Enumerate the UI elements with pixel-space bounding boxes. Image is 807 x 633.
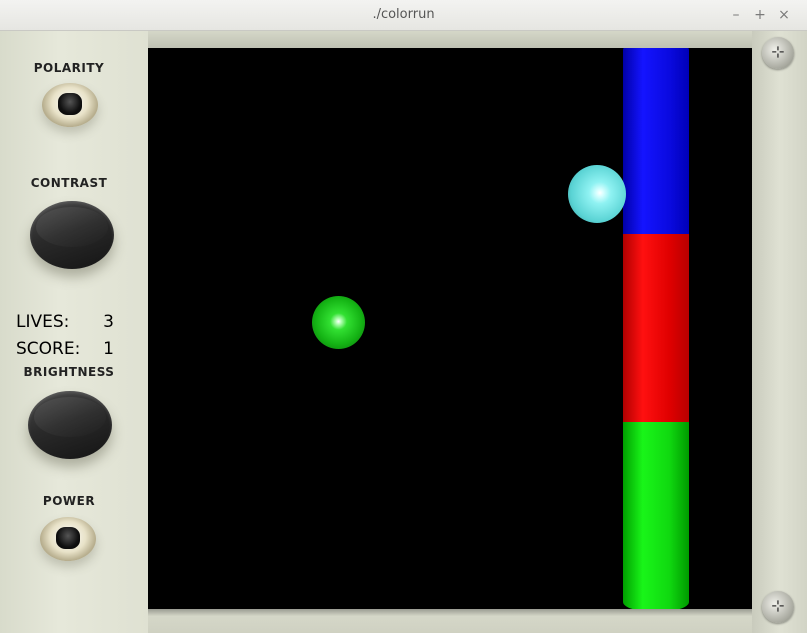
window-title: ./colorrun [372,7,435,22]
green-ball [312,296,365,349]
titlebar: ./colorrun – + × [0,0,807,31]
contrast-knob[interactable] [30,201,114,269]
polarity-switch[interactable] [42,83,98,127]
polarity-label: POLARITY [33,61,105,75]
score-display: SCORE: 1 [16,339,126,361]
pillar-segment-green [623,422,689,609]
screen-bezel-top [148,31,752,49]
app-window: ./colorrun – + × POLARITY CONTRAST LIVES… [0,0,807,633]
brightness-knob[interactable] [28,391,112,459]
cyan-ball [568,165,626,223]
score-label: SCORE: [16,339,81,359]
close-button[interactable]: × [775,6,793,24]
lives-label: LIVES: [16,312,70,332]
lives-value: 3 [103,312,114,332]
maximize-button[interactable]: + [751,6,769,24]
control-panel: POLARITY CONTRAST LIVES: 3 SCORE: 1 BRIG… [0,31,148,633]
minimize-button[interactable]: – [727,6,745,24]
pillar-segment-blue [623,48,689,234]
game-screen[interactable] [148,48,752,609]
contrast-label: CONTRAST [30,176,108,190]
right-panel: ⊹ ⊹ [752,31,807,633]
screw-icon: ⊹ [762,37,794,69]
brightness-label: BRIGHTNESS [23,365,115,379]
power-label: POWER [42,494,96,508]
pillar-segment-red [623,234,689,422]
screw-icon: ⊹ [762,591,794,623]
power-switch[interactable] [40,517,96,561]
score-value: 1 [103,339,114,359]
lives-display: LIVES: 3 [16,312,126,334]
screen-bezel-bottom [148,609,752,633]
